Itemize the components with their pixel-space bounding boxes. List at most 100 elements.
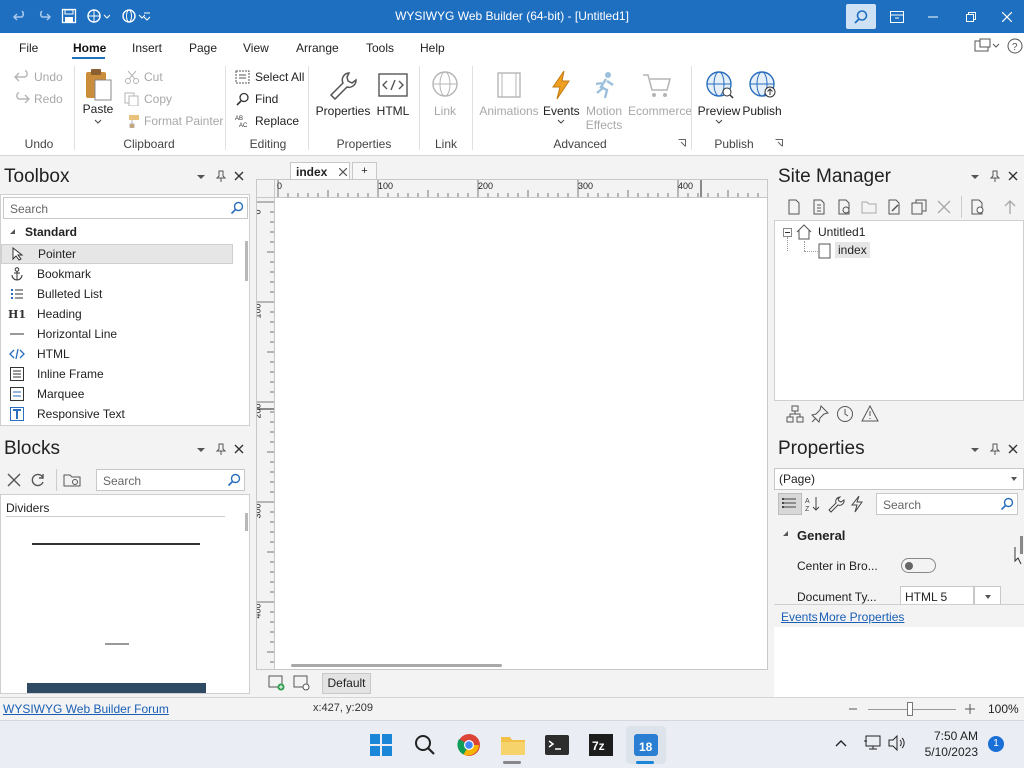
ecommerce-button[interactable]: Ecommerce [628,70,692,118]
menu-insert[interactable]: Insert [132,41,162,55]
cut-button[interactable]: Cut [124,70,163,84]
toolbox-item-inline-frame[interactable]: Inline Frame [1,364,233,384]
tab-index[interactable]: index [290,162,350,180]
clock-time[interactable]: 7:50 AM [908,729,978,743]
motion-effects-button[interactable]: Motion Effects [582,70,626,132]
copy-button[interactable]: Copy [124,92,172,106]
menu-home[interactable]: Home [73,41,106,55]
volume-icon[interactable] [888,735,906,751]
duplicate-page-icon[interactable] [911,199,927,215]
blocks-scrollbar[interactable] [245,513,248,531]
new-page-template-icon[interactable] [811,199,827,215]
add-view-icon[interactable] [268,675,286,691]
toolbox-search-input[interactable]: Search [3,197,248,219]
toolbox-scrollbar[interactable] [245,241,248,281]
dialog-launcher-icon[interactable] [775,139,783,147]
toolbox-item-horizontal-line[interactable]: Horizontal Line [1,324,233,344]
new-page-icon[interactable] [786,199,802,215]
lightning-icon[interactable] [849,495,865,513]
toolbox-item-html[interactable]: HTML [1,344,233,364]
link-button[interactable]: Link [425,70,465,118]
menu-page[interactable]: Page [189,41,217,55]
sitemap-icon[interactable] [786,405,804,423]
file-explorer-icon[interactable] [500,732,526,758]
publish-button[interactable]: Publish [741,70,783,118]
warning-icon[interactable] [861,405,879,423]
divider-block-preview-2[interactable] [105,643,129,645]
notification-badge[interactable]: 1 [988,736,1004,752]
close-panel-icon[interactable] [1008,171,1018,181]
search-icon[interactable] [227,473,241,487]
clock-date[interactable]: 5/10/2023 [908,745,978,759]
expand-collapse-icon[interactable] [783,228,792,237]
alphabetical-sort-icon[interactable]: AZ [805,495,821,513]
search-taskbar-icon[interactable] [412,732,438,758]
pushpin-icon[interactable] [811,405,829,423]
menu-view[interactable]: View [243,41,269,55]
delete-page-icon[interactable] [936,199,952,215]
wrench-icon[interactable] [827,495,845,513]
toolbox-item-marquee[interactable]: Marquee [1,384,233,404]
search-icon[interactable] [230,201,244,215]
toolbox-category-standard[interactable]: Standard [9,225,77,239]
paste-button[interactable]: Paste [80,68,116,126]
ribbon-display-icon[interactable] [878,0,916,33]
select-all-button[interactable]: Select All [235,70,304,84]
preview-button[interactable]: Preview [697,70,741,126]
center-in-browser-toggle[interactable] [901,558,936,573]
panel-menu-icon[interactable] [196,173,206,181]
divider-block-preview[interactable] [32,543,200,545]
windows-start-icon[interactable] [368,732,394,758]
refresh-icon[interactable] [30,472,46,488]
panel-menu-icon[interactable] [970,446,980,454]
document-type-select[interactable]: HTML 5 [900,586,974,604]
zoom-out-icon[interactable] [848,703,858,715]
search-icon[interactable] [846,4,876,29]
zoom-slider-thumb[interactable] [907,702,913,716]
properties-search-input[interactable]: Search [876,493,1018,515]
forum-link[interactable]: WYSIWYG Web Builder Forum [3,702,169,716]
toolbox-item-pointer[interactable]: Pointer [1,244,233,264]
pin-icon[interactable] [989,170,1001,182]
design-canvas[interactable] [276,199,767,669]
blocks-search-input[interactable]: Search [96,469,245,491]
events-button[interactable]: Events [543,70,580,126]
search-icon[interactable] [1000,497,1014,511]
edit-page-icon[interactable] [886,199,902,215]
window-options-icon[interactable] [974,38,1004,54]
collapse-icon[interactable] [782,530,790,538]
pin-icon[interactable] [215,443,227,455]
find-button[interactable]: Find [235,92,278,106]
close-tab-icon[interactable] [339,167,348,176]
panel-menu-icon[interactable] [970,173,980,181]
properties-button[interactable]: Properties [314,70,372,118]
format-painter-button[interactable]: Format Painter [124,114,223,128]
add-tab-button[interactable]: + [352,162,377,180]
close-panel-icon[interactable] [1008,444,1018,454]
toolbox-item-bulleted-list[interactable]: Bulleted List [1,284,233,304]
chevron-down-icon[interactable] [974,586,1001,604]
toolbox-item-bookmark[interactable]: Bookmark [1,264,233,284]
help-icon[interactable]: ? [1007,38,1023,54]
object-selector[interactable]: (Page) [774,468,1024,490]
more-properties-link[interactable]: More Properties [819,610,904,624]
pin-icon[interactable] [989,443,1001,455]
events-link[interactable]: Events [781,610,818,624]
replace-button[interactable]: AB AC Replace [235,114,299,128]
network-icon[interactable] [863,735,881,751]
chevron-down-icon[interactable] [1010,476,1018,482]
layout-default-button[interactable]: Default [322,673,371,694]
menu-help[interactable]: Help [420,41,445,55]
chevron-up-icon[interactable] [834,738,848,748]
minimize-button[interactable] [914,0,952,33]
delete-block-icon[interactable] [7,473,21,487]
chrome-icon[interactable] [456,732,482,758]
animations-button[interactable]: Animations [478,70,540,118]
close-panel-icon[interactable] [234,171,244,181]
undo-button[interactable]: Undo [14,70,63,84]
site-root-label[interactable]: Untitled1 [818,225,865,239]
toolbox-item-responsive-text[interactable]: Responsive Text [1,404,233,424]
menu-tools[interactable]: Tools [366,41,394,55]
pin-icon[interactable] [215,170,227,182]
wysiwyg-web-builder-icon[interactable]: 18 [633,732,659,758]
